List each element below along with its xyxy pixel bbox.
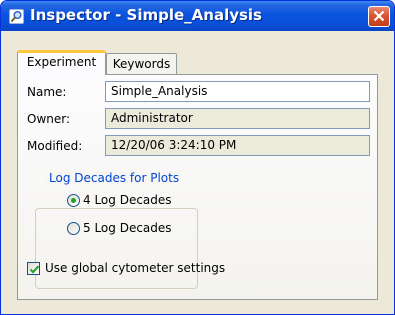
log-decades-legend: Log Decades for Plots bbox=[46, 171, 183, 185]
global-settings-checkbox[interactable] bbox=[27, 262, 40, 275]
inspector-window: Inspector - Simple_Analysis Experiment K… bbox=[0, 0, 395, 315]
close-button[interactable] bbox=[368, 6, 390, 27]
owner-field: Administrator bbox=[105, 108, 370, 129]
tab-experiment[interactable]: Experiment bbox=[17, 50, 106, 75]
modified-field: 12/20/06 3:24:10 PM bbox=[105, 135, 370, 156]
window-title: Inspector - Simple_Analysis bbox=[30, 6, 262, 24]
radio-4-log-decades-label[interactable]: 4 Log Decades bbox=[83, 193, 172, 207]
radio-4-log-decades[interactable] bbox=[67, 194, 80, 207]
dialog-client-area: Experiment Keywords Name: Simple_Analysi… bbox=[4, 31, 391, 313]
experiment-tab-panel: Name: Simple_Analysis Owner: Administrat… bbox=[17, 74, 378, 300]
radio-selected-dot bbox=[71, 198, 76, 203]
inspector-magnifier-icon bbox=[9, 9, 24, 24]
name-field[interactable]: Simple_Analysis bbox=[105, 81, 370, 102]
radio-5-log-decades[interactable] bbox=[67, 222, 80, 235]
title-bar[interactable]: Inspector - Simple_Analysis bbox=[1, 1, 394, 31]
modified-label: Modified: bbox=[27, 139, 83, 153]
tab-keywords[interactable]: Keywords bbox=[106, 53, 177, 75]
global-settings-label[interactable]: Use global cytometer settings bbox=[45, 261, 225, 275]
radio-5-log-decades-label[interactable]: 5 Log Decades bbox=[83, 221, 172, 235]
checkmark-icon bbox=[29, 265, 40, 274]
name-label: Name: bbox=[27, 85, 67, 99]
close-icon bbox=[373, 10, 385, 22]
owner-label: Owner: bbox=[27, 112, 71, 126]
